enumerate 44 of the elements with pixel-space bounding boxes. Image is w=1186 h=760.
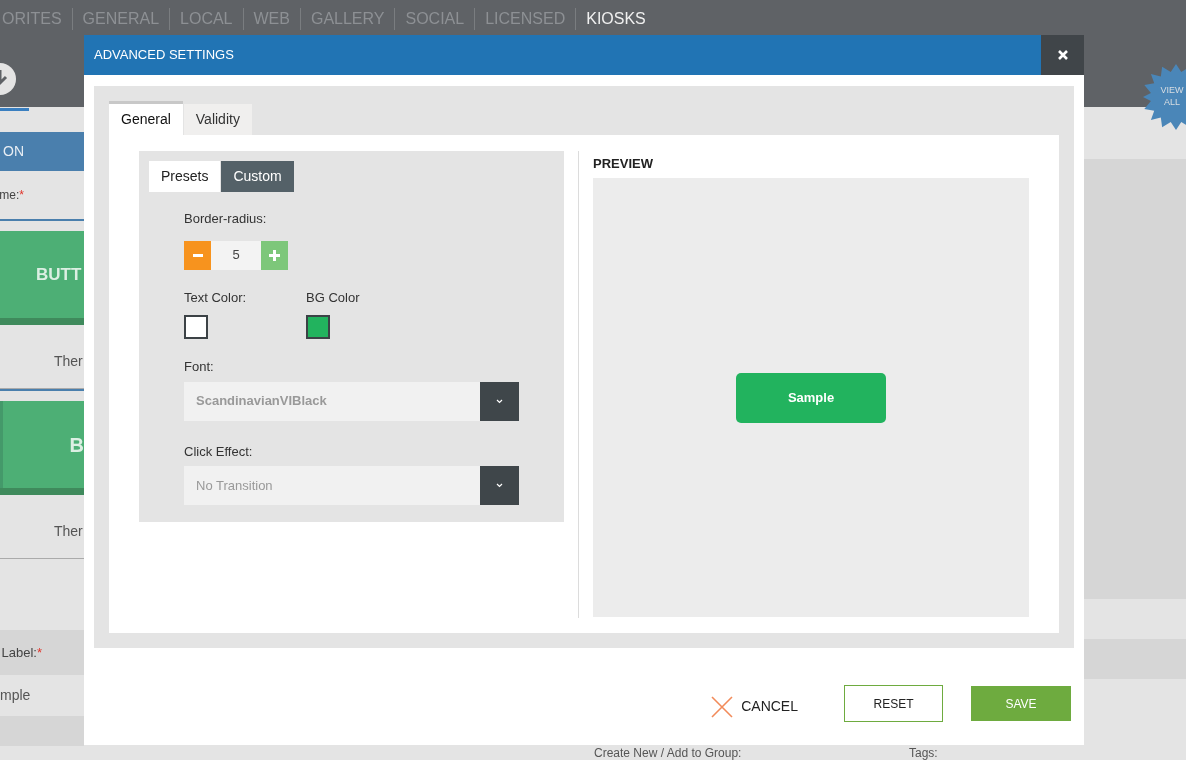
active-underline	[0, 108, 29, 111]
reset-button[interactable]: RESET	[844, 685, 943, 722]
radius-value[interactable]: 5	[211, 240, 261, 270]
sample-preview: Sample	[736, 372, 886, 423]
close-icon	[711, 695, 734, 718]
mode-tab[interactable]: Presets	[149, 161, 221, 192]
font-select[interactable]: ScandinavianVIBlack	[184, 381, 519, 421]
field-label: Create New / Add to Group:	[593, 746, 743, 760]
button-preview[interactable]: BUTT	[0, 231, 84, 325]
save-button[interactable]: SAVE	[971, 686, 1071, 721]
nav-link[interactable]: KIOSKS	[575, 8, 656, 30]
field-value: mple	[0, 686, 31, 705]
mode-tab[interactable]: Custom	[221, 161, 294, 192]
field-label: Click Effect:	[184, 442, 254, 461]
button-label: BUTT	[36, 263, 82, 286]
field-label: Label:	[1, 643, 37, 662]
field-label: Font:	[184, 358, 215, 376]
chevron-down-icon	[496, 483, 503, 488]
color-swatch[interactable]	[184, 315, 208, 339]
field-label: BG Color	[306, 288, 360, 307]
close-button[interactable]	[1041, 35, 1084, 75]
required-mark: *	[19, 187, 24, 204]
field-label: Tags:	[909, 746, 938, 760]
dialog-title: ADVANCED SETTINGS	[93, 46, 234, 65]
tab[interactable]: Validity	[183, 104, 252, 135]
field-label: Border-radius:	[184, 210, 268, 228]
button-preview[interactable]: B	[0, 401, 84, 495]
chevron-down-icon	[496, 398, 503, 404]
close-icon	[1057, 50, 1068, 60]
field-label: me:	[0, 187, 20, 204]
badge-label: VIEW ALL	[1160, 84, 1184, 108]
click-effect-select[interactable]: No Transition	[184, 466, 519, 505]
tab[interactable]: General	[109, 101, 183, 135]
preview-title: PREVIEW	[593, 155, 654, 173]
minus-icon	[192, 253, 203, 257]
field-label: Text Color:	[184, 288, 248, 307]
plus-icon	[269, 249, 280, 261]
theme-label: Ther	[54, 522, 83, 541]
section-header: ON	[0, 132, 84, 171]
theme-label: Ther	[54, 352, 83, 371]
button-label: B	[69, 432, 84, 458]
cancel-button[interactable]: CANCEL	[711, 689, 798, 718]
required-mark: *	[36, 643, 42, 662]
color-swatch[interactable]	[306, 315, 330, 339]
